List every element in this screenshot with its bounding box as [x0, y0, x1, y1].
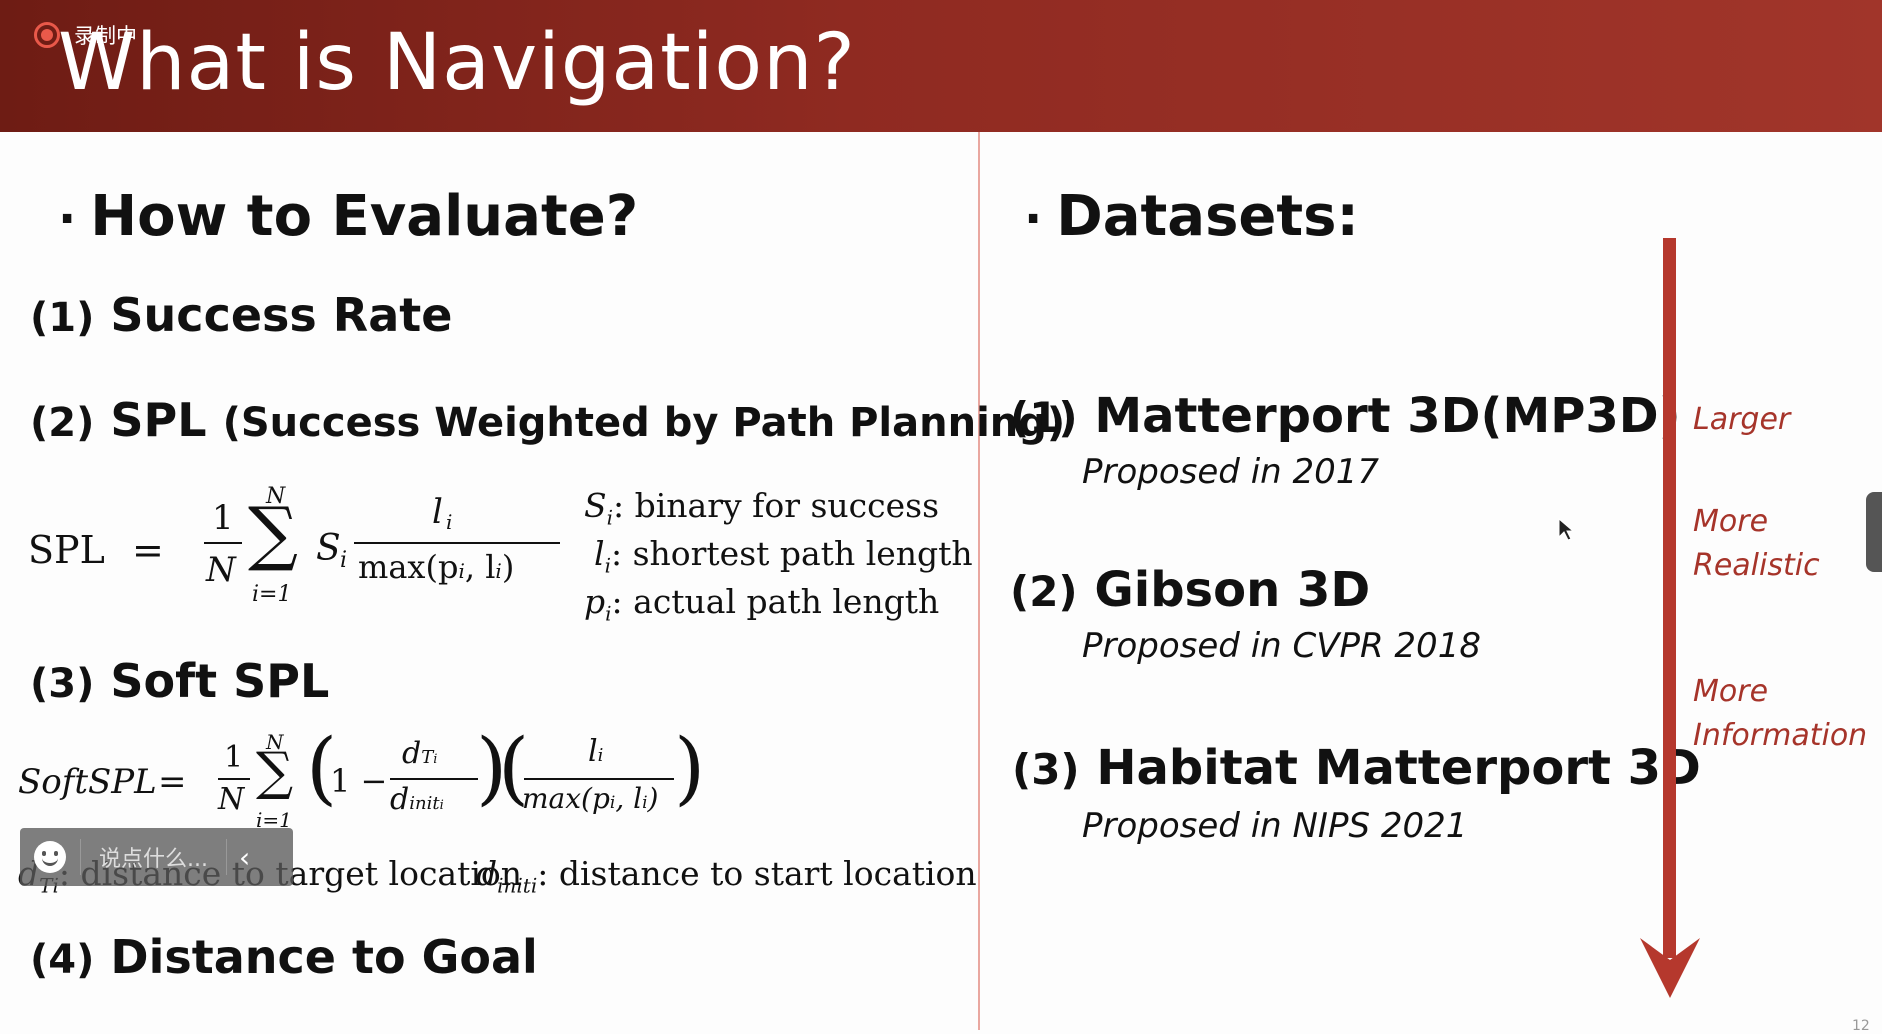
d-target: dTi [402, 736, 438, 771]
frac-bar-3 [524, 778, 674, 780]
max-expression: max(pi, li) [358, 548, 515, 586]
metric-number: (2) [30, 400, 95, 446]
arrow-down-icon [1640, 938, 1700, 998]
datasets-heading: · Datasets: [1024, 184, 1359, 249]
frac-den: N [206, 550, 236, 590]
frac-bar-2 [354, 542, 560, 544]
metric-number: (4) [30, 937, 95, 983]
metric-number: (3) [30, 661, 95, 707]
bullet-icon: · [1024, 191, 1043, 247]
spl-formula: SPL = 1 N N ∑ i=1 S i l i max(pi, li) [28, 484, 560, 620]
dataset-mp3d-proposed: Proposed in 2017 [1082, 452, 1380, 492]
slide-title: What is Navigation? [58, 18, 856, 108]
dataset-name: Matterport 3D(MP3D) [1094, 388, 1681, 444]
datasets-heading-text: Datasets: [1056, 184, 1359, 249]
dataset-number: (1) [1010, 393, 1078, 442]
formula-eq: = [158, 762, 187, 802]
dataset-name: Gibson 3D [1094, 562, 1371, 618]
frac-bar [218, 778, 250, 780]
S-sub: i [340, 548, 348, 573]
frac-num: 1 [212, 498, 234, 538]
chat-separator [80, 839, 81, 875]
dataset-number: (3) [1012, 745, 1080, 794]
metric-label: SPL [110, 393, 207, 447]
dataset-gibson: (2) Gibson 3D [1010, 562, 1370, 618]
recording-label: 录制中 [74, 24, 137, 48]
metric-number: (1) [30, 295, 95, 341]
bullet-icon: · [58, 191, 77, 247]
metric-sub-label: (Success Weighted by Path Planning) [222, 400, 1066, 446]
formula-lhs: SoftSPL [18, 762, 157, 802]
dataset-mp3d: (1) Matterport 3D(MP3D) [1010, 388, 1681, 444]
metric-label: Soft SPL [110, 654, 330, 708]
dataset-hm3d: (3) Habitat Matterport 3D [1012, 740, 1701, 796]
page-number: 12 [1852, 1018, 1870, 1034]
metric-label: Distance to Goal [110, 930, 538, 984]
evaluate-heading: · How to Evaluate? [58, 184, 638, 249]
label-more-realistic: More Realistic [1693, 504, 1820, 583]
dataset-gibson-proposed: Proposed in CVPR 2018 [1082, 626, 1481, 666]
metric-spl: (2) SPL (Success Weighted by Path Planni… [30, 393, 1065, 447]
frac-bar-2 [390, 778, 478, 780]
chat-input[interactable]: 说点什么... [99, 841, 208, 873]
one-minus: 1 − [330, 762, 388, 800]
mouse-cursor-icon [1558, 518, 1574, 541]
metric-distance-to-goal: (4) Distance to Goal [30, 930, 538, 984]
label-more-information: More Information [1693, 674, 1868, 753]
paren-close-icon: ) [674, 721, 706, 814]
spl-legend-s: Si: binary for success [584, 486, 940, 530]
frac-num: 1 [224, 740, 244, 775]
label-larger: Larger [1693, 402, 1791, 437]
softspl-legend-init: diniti: distance to start location [476, 854, 977, 898]
evaluate-heading-text: How to Evaluate? [90, 184, 639, 249]
trend-arrow-shaft [1663, 238, 1676, 958]
sigma-icon: ∑ [256, 742, 294, 802]
sum-bottom: i=1 [252, 582, 292, 607]
chat-separator [225, 839, 227, 875]
spl-legend-p: pi: actual path length [584, 582, 940, 626]
emoji-icon[interactable] [34, 841, 66, 873]
side-panel-handle[interactable] [1866, 492, 1882, 572]
l-num: l [432, 492, 443, 532]
frac-bar [204, 542, 242, 544]
metric-label: Success Rate [110, 288, 453, 342]
record-icon [34, 22, 60, 48]
d-init: diniti [390, 782, 444, 817]
formula-eq: = [132, 528, 164, 572]
column-divider [978, 132, 980, 1030]
l-num-sub: i [446, 510, 453, 534]
metric-soft-spl: (3) Soft SPL [30, 654, 329, 708]
dataset-hm3d-proposed: Proposed in NIPS 2021 [1082, 806, 1468, 846]
formula-lhs: SPL [28, 528, 105, 572]
sigma-icon: ∑ [248, 492, 298, 574]
dataset-number: (2) [1010, 567, 1078, 616]
dataset-name: Habitat Matterport 3D [1096, 740, 1701, 796]
softspl-formula: SoftSPL = 1 N N ∑ i=1 ( 1 − dTi diniti )… [18, 726, 705, 836]
recording-indicator[interactable]: 录制中 [34, 20, 137, 50]
frac-den: N [218, 782, 245, 817]
metric-success-rate: (1) Success Rate [30, 288, 452, 342]
chat-input-bar[interactable]: 说点什么... ‹ [20, 828, 293, 886]
max-expression: max(pi, li) [522, 782, 659, 815]
chevron-left-icon[interactable]: ‹ [239, 841, 250, 874]
l-num: li [588, 734, 604, 769]
S-symbol: S [316, 528, 341, 569]
spl-legend-l: li: shortest path length [594, 534, 973, 578]
